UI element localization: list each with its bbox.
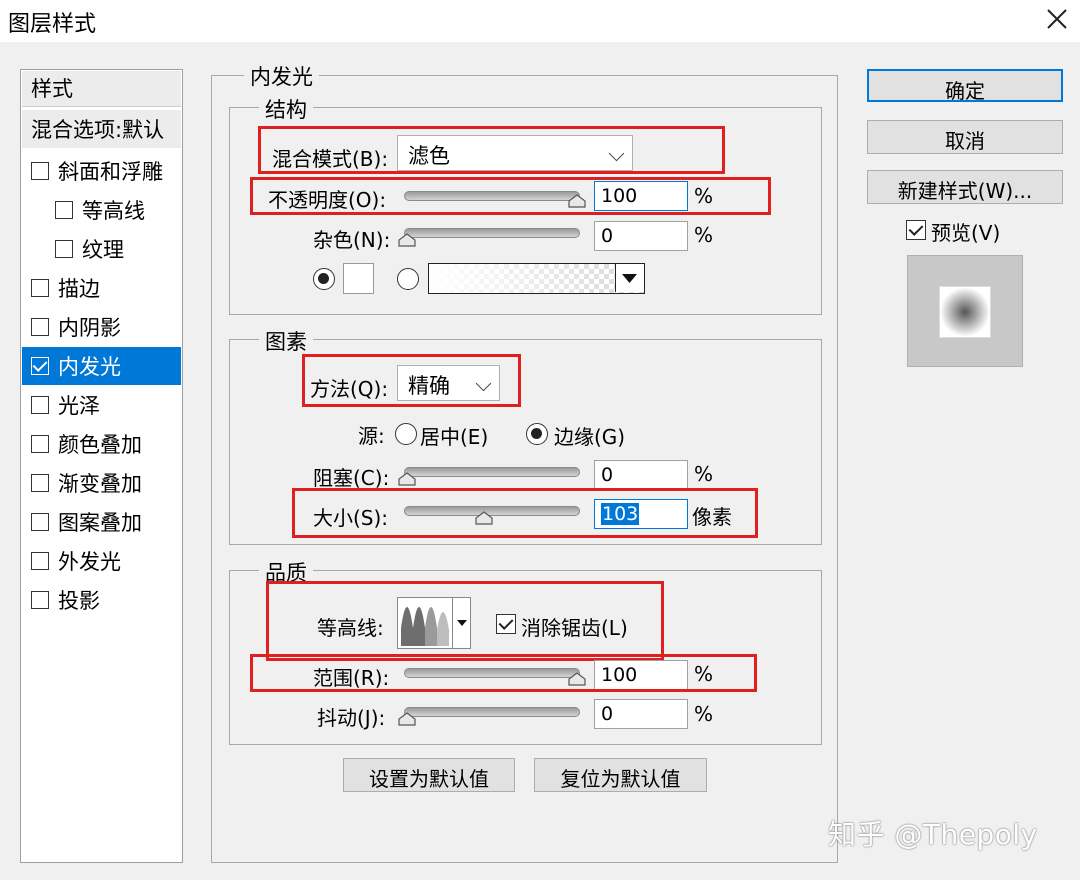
sidebar-item-checkbox[interactable] bbox=[31, 396, 49, 414]
sidebar-item[interactable]: 内发光 bbox=[22, 347, 181, 385]
slider-thumb-icon bbox=[398, 472, 416, 486]
jitter-unit: % bbox=[694, 702, 714, 726]
noise-label: 杂色(N): bbox=[313, 228, 391, 252]
sidebar-item-label: 渐变叠加 bbox=[58, 472, 142, 496]
sidebar-item-label: 外发光 bbox=[58, 550, 121, 574]
title-bar bbox=[0, 0, 1080, 42]
sidebar-item-checkbox[interactable] bbox=[55, 201, 73, 219]
choke-slider[interactable] bbox=[404, 467, 580, 477]
slider-thumb-icon bbox=[398, 712, 416, 726]
structure-title: 结构 bbox=[259, 94, 313, 124]
sidebar-item-label: 内阴影 bbox=[58, 316, 121, 340]
preview-checkbox[interactable] bbox=[906, 220, 926, 240]
sidebar-item-checkbox[interactable] bbox=[31, 513, 49, 531]
jitter-slider[interactable] bbox=[404, 707, 580, 717]
sidebar-item[interactable]: 图案叠加 bbox=[22, 503, 181, 541]
source-edge-radio[interactable] bbox=[526, 423, 548, 445]
sidebar-item[interactable]: 等高线 bbox=[22, 191, 181, 229]
triangle-down-icon bbox=[622, 274, 637, 283]
window-title: 图层样式 bbox=[8, 12, 97, 37]
sidebar-item[interactable]: 外发光 bbox=[22, 542, 181, 580]
sidebar-item-label: 内发光 bbox=[58, 355, 121, 379]
sidebar-item[interactable]: 描边 bbox=[22, 269, 181, 307]
source-edge-label[interactable]: 边缘(G) bbox=[554, 421, 625, 450]
elements-title: 图素 bbox=[259, 326, 313, 356]
styles-header[interactable]: 样式 bbox=[22, 71, 181, 107]
sidebar-item-label: 图案叠加 bbox=[58, 511, 142, 535]
sidebar-item-label: 颜色叠加 bbox=[58, 433, 142, 457]
glow-color-swatch[interactable] bbox=[343, 263, 374, 294]
sidebar-item-checkbox[interactable] bbox=[31, 474, 49, 492]
close-icon[interactable] bbox=[1042, 4, 1072, 34]
cancel-button[interactable]: 取消 bbox=[867, 120, 1063, 154]
sidebar-item-label: 投影 bbox=[58, 589, 100, 613]
highlight-contour bbox=[266, 581, 664, 661]
sidebar-item-label: 斜面和浮雕 bbox=[58, 160, 163, 184]
watermark-text: 知乎 @Thepoly bbox=[828, 818, 1038, 851]
make-default-button[interactable]: 设置为默认值 bbox=[343, 758, 515, 792]
sidebar-item-checkbox[interactable] bbox=[31, 552, 49, 570]
sidebar-item-checkbox[interactable] bbox=[55, 240, 73, 258]
sidebar-item-checkbox[interactable] bbox=[31, 318, 49, 336]
highlight-size bbox=[292, 488, 758, 538]
ok-button[interactable]: 确定 bbox=[867, 69, 1063, 103]
sidebar-item[interactable]: 投影 bbox=[22, 581, 181, 619]
style-preview-thumbnail bbox=[907, 255, 1023, 367]
sidebar-item[interactable]: 纹理 bbox=[22, 230, 181, 268]
sidebar-item-label: 纹理 bbox=[82, 238, 124, 262]
sidebar-item[interactable]: 渐变叠加 bbox=[22, 464, 181, 502]
noise-slider[interactable] bbox=[404, 228, 580, 238]
source-center-radio[interactable] bbox=[395, 423, 417, 445]
highlight-opacity bbox=[250, 177, 771, 215]
source-center-label[interactable]: 居中(E) bbox=[420, 421, 488, 450]
sidebar-item[interactable]: 颜色叠加 bbox=[22, 425, 181, 463]
sidebar-item[interactable]: 内阴影 bbox=[22, 308, 181, 346]
sidebar-item-checkbox[interactable] bbox=[31, 279, 49, 297]
highlight-technique bbox=[302, 354, 521, 407]
jitter-input[interactable]: 0 bbox=[594, 699, 688, 729]
inner-glow-title: 内发光 bbox=[244, 61, 319, 91]
highlight-range bbox=[250, 654, 757, 692]
source-label: 源: bbox=[358, 424, 385, 448]
new-style-button[interactable]: 新建样式(W)... bbox=[867, 170, 1063, 204]
sidebar-item-label: 描边 bbox=[58, 277, 100, 301]
preview-square bbox=[939, 286, 991, 338]
gradient-dropdown-button[interactable] bbox=[615, 264, 644, 292]
jitter-label: 抖动(J): bbox=[317, 706, 386, 730]
sidebar-item-checkbox[interactable] bbox=[31, 435, 49, 453]
choke-input[interactable]: 0 bbox=[594, 460, 688, 490]
color-fill-radio[interactable] bbox=[313, 268, 335, 290]
sidebar-item-label: 光泽 bbox=[58, 394, 100, 418]
reset-default-button[interactable]: 复位为默认值 bbox=[534, 758, 707, 792]
slider-thumb-icon bbox=[398, 233, 416, 247]
blending-options-item[interactable]: 混合选项:默认 bbox=[22, 110, 181, 148]
sidebar-item[interactable]: 斜面和浮雕 bbox=[22, 152, 181, 190]
sidebar-item-checkbox[interactable] bbox=[31, 162, 49, 180]
sidebar-item[interactable]: 光泽 bbox=[22, 386, 181, 424]
gradient-fill-radio[interactable] bbox=[397, 268, 419, 290]
preview-label[interactable]: 预览(V) bbox=[931, 217, 1000, 246]
sidebar-item-checkbox[interactable] bbox=[31, 591, 49, 609]
choke-label: 阻塞(C): bbox=[313, 466, 390, 490]
noise-input[interactable]: 0 bbox=[594, 221, 688, 251]
sidebar-item-label: 等高线 bbox=[82, 199, 145, 223]
sidebar-item-checkbox[interactable] bbox=[31, 357, 49, 375]
highlight-blend-mode bbox=[258, 126, 725, 174]
choke-unit: % bbox=[694, 462, 714, 486]
noise-unit: % bbox=[694, 223, 714, 247]
gradient-picker[interactable] bbox=[428, 263, 645, 294]
